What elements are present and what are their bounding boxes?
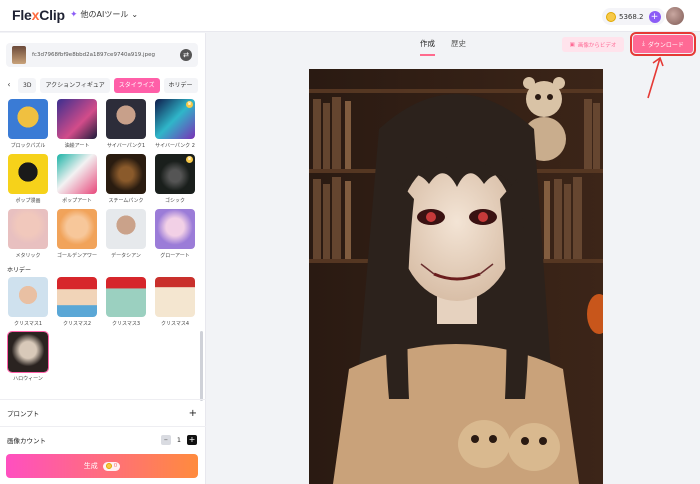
prompt-label: プロンプト <box>7 410 40 418</box>
generated-image <box>309 69 603 484</box>
ai-tools-label: 他のAIツール <box>80 10 129 19</box>
tab-create[interactable]: 作成 <box>420 38 435 56</box>
style-item[interactable]: クリスマス4 <box>155 277 195 327</box>
panel-scrollbar[interactable] <box>200 331 203 401</box>
style-thumbnail: ♛ <box>155 154 195 194</box>
generate-cost-badge: 0 <box>102 461 121 471</box>
style-thumbnail <box>57 277 97 317</box>
left-panel: fc3d7968fbf9e8bbd2a1897ce9740a919.jpeg ⇄… <box>0 33 206 484</box>
tab-history[interactable]: 歴史 <box>451 38 466 56</box>
style-thumbnail <box>106 209 146 249</box>
style-item[interactable]: スチームパンク <box>106 154 146 204</box>
source-file-name: fc3d7968fbf9e8bbd2a1897ce9740a919.jpeg <box>32 52 155 58</box>
decrement-button[interactable]: – <box>160 435 171 445</box>
style-item[interactable]: サイバーパンク1 <box>106 99 146 149</box>
image-count-label: 画像カウント <box>7 437 46 445</box>
style-item[interactable]: 油絵アート <box>57 99 97 149</box>
chevron-left-icon[interactable]: ‹ <box>4 78 14 92</box>
style-item[interactable]: クリスマス2 <box>57 277 97 327</box>
top-bar: FlexClip ✦ 他のAIツール ⌄ 5368.2 + <box>0 0 700 32</box>
add-prompt-button[interactable]: + <box>189 408 197 419</box>
credits-value: 5368.2 <box>619 12 644 21</box>
style-item[interactable]: クリスマス3 <box>106 277 146 327</box>
category-tab-holiday[interactable]: ホリデー <box>163 77 198 93</box>
coin-icon <box>105 463 112 469</box>
style-grid: ブロックパズル 油絵アート サイバーパンク1 ♛ サイバーパンク 2 ポップ漫画… <box>0 99 200 399</box>
image-count-row: 画像カウント – 1 + <box>7 434 197 446</box>
flexclip-logo[interactable]: FlexClip <box>12 7 65 23</box>
generate-label: 生成 <box>83 462 98 470</box>
style-item[interactable]: ゴールデンアワー <box>57 209 97 259</box>
image-count-value: 1 <box>176 436 181 444</box>
download-icon: ⤓ <box>642 40 645 47</box>
coin-icon <box>606 11 616 22</box>
style-thumbnail <box>8 99 48 139</box>
style-thumbnail <box>155 209 195 249</box>
category-tab-3d[interactable]: 3D <box>18 77 37 93</box>
increment-button[interactable]: + <box>187 435 197 445</box>
prompt-row[interactable]: プロンプト + <box>7 407 197 419</box>
chevron-down-icon: ⌄ <box>131 10 139 19</box>
divider <box>0 399 206 400</box>
style-item[interactable]: データシアン <box>106 209 146 259</box>
style-thumbnail <box>8 209 48 249</box>
style-thumbnail <box>57 209 97 249</box>
generate-button[interactable]: 生成 0 <box>6 454 198 478</box>
category-tab-stylize[interactable]: スタイライズ <box>113 77 160 93</box>
premium-crown-icon: ♛ <box>186 101 193 108</box>
style-item-halloween[interactable]: ハロウィーン <box>7 331 49 382</box>
style-item[interactable]: ブロックパズル <box>8 99 48 149</box>
style-thumbnail <box>7 331 49 373</box>
style-thumbnail <box>8 154 48 194</box>
ai-tools-menu[interactable]: ✦ 他のAIツール ⌄ <box>70 9 138 20</box>
style-thumbnail <box>8 277 48 317</box>
style-item[interactable]: ♛ サイバーパンク 2 <box>155 99 195 149</box>
style-item[interactable]: メタリック <box>8 209 48 259</box>
source-file-row: fc3d7968fbf9e8bbd2a1897ce9740a919.jpeg ⇄ <box>6 43 198 67</box>
holiday-section-title: ホリデー <box>7 267 32 274</box>
user-avatar[interactable] <box>666 7 684 25</box>
video-icon: ▣ <box>569 41 575 48</box>
style-thumbnail <box>57 154 97 194</box>
divider <box>0 426 206 427</box>
main-tabs: 作成 歴史 <box>420 38 466 56</box>
style-item[interactable]: クリスマス1 <box>8 277 48 327</box>
download-button[interactable]: ⤓ ダウンロード <box>630 32 696 56</box>
image-count-stepper: – 1 + <box>160 435 197 445</box>
add-credits-button[interactable]: + <box>648 10 661 23</box>
credits-badge[interactable]: 5368.2 + <box>602 8 665 25</box>
image-to-video-button[interactable]: ▣ 画像からビデオ <box>562 37 624 52</box>
annotation-arrow <box>647 56 664 99</box>
style-thumbnail <box>106 154 146 194</box>
premium-crown-icon: ♛ <box>186 156 193 163</box>
style-thumbnail <box>155 277 195 317</box>
style-item[interactable]: ポップ漫画 <box>8 154 48 204</box>
style-thumbnail <box>106 99 146 139</box>
style-item[interactable]: ポップアート <box>57 154 97 204</box>
category-tabs: ‹ 3D アクションフィギュア スタイライズ ホリデー <box>4 77 202 93</box>
category-tab-action-figure[interactable]: アクションフィギュア <box>40 77 110 93</box>
style-thumbnail: ♛ <box>155 99 195 139</box>
sparkle-icon: ✦ <box>70 9 78 20</box>
style-thumbnail <box>57 99 97 139</box>
replace-image-icon[interactable]: ⇄ <box>180 49 192 61</box>
source-thumbnail <box>12 46 26 64</box>
halloween-portrait-image <box>309 69 603 484</box>
style-thumbnail <box>106 277 146 317</box>
style-item[interactable]: グローアート <box>155 209 195 259</box>
style-item[interactable]: ♛ ゴシック <box>155 154 195 204</box>
